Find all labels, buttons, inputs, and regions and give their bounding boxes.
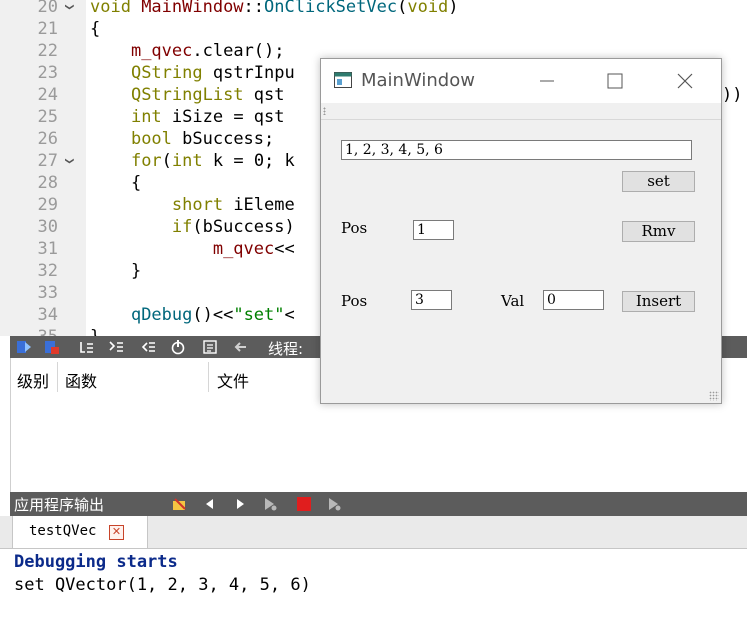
column-header-level[interactable]: 级别 (17, 368, 49, 392)
code-text: bool bSuccess; (130, 129, 275, 149)
thread-label: 线程: (268, 340, 304, 358)
code-text: short iEleme (171, 195, 295, 215)
code-text: QStringList qst (130, 85, 285, 105)
code-text: qDebug()<<"set"< (130, 305, 295, 325)
tab-testqvec[interactable]: testQVec ✕ (12, 516, 148, 548)
code-text: m_qvec.clear(); (130, 41, 285, 61)
fold-chevron-icon[interactable]: ❯ (59, 154, 81, 168)
resize-grip[interactable] (709, 391, 719, 401)
line-number: 24 (37, 85, 58, 105)
minimize-icon[interactable] (529, 67, 565, 95)
line-number: 30 (37, 217, 58, 237)
column-header-file[interactable]: 文件 (217, 368, 249, 392)
column-divider (208, 362, 209, 392)
step-out-icon[interactable] (140, 339, 156, 355)
output-toolbar: 应用程序输出 (10, 492, 747, 516)
run-icon[interactable] (262, 496, 278, 512)
line-number: 35 (0, 326, 58, 336)
fold-chevron-icon[interactable]: ❯ (59, 0, 81, 14)
line-number: 34 (37, 305, 58, 325)
line-number: 33 (37, 283, 58, 303)
pos-label: Pos (341, 219, 368, 237)
code-text: if(bSuccess) (171, 217, 295, 237)
output-pane-title: 应用程序输出 (14, 496, 105, 514)
output-tab-bar: testQVec ✕ (0, 516, 747, 549)
close-window-icon[interactable] (667, 67, 703, 95)
code-line[interactable]: 20 ❯ void MainWindow::OnClickSetVec(void) (0, 0, 747, 18)
line-number: 25 (37, 107, 58, 127)
attach-debugger-icon[interactable] (326, 496, 342, 512)
attach-icon[interactable] (172, 496, 188, 512)
app-window-icon (334, 72, 352, 88)
vector-input[interactable]: 1, 2, 3, 4, 5, 6 (341, 140, 692, 160)
code-text: QString qstrInpu (130, 63, 295, 83)
disassembly-icon[interactable] (202, 339, 218, 355)
code-overflow-text: )) (722, 85, 743, 105)
main-window-dialog: MainWindow 1, 2, 3, 4, 5, 6 set Pos 1 Rm… (320, 58, 722, 404)
output-line: Debugging starts (14, 552, 178, 572)
code-text: { (90, 173, 142, 193)
line-number: 22 (37, 41, 58, 61)
insert-pos-label: Pos (341, 292, 368, 310)
val-label: Val (501, 292, 525, 310)
line-number: 29 (37, 195, 58, 215)
code-text: m_qvec<< (212, 239, 295, 259)
line-number: 23 (37, 63, 58, 83)
menu-strip (321, 103, 721, 120)
insert-val-input[interactable]: 0 (543, 290, 604, 310)
maximize-icon[interactable] (597, 67, 633, 95)
code-text: { (90, 19, 101, 39)
line-number: 28 (37, 173, 58, 193)
application-output[interactable]: Debugging starts set QVector(1, 2, 3, 4,… (0, 549, 747, 628)
continue-icon[interactable] (16, 339, 32, 355)
code-text: } (90, 326, 100, 336)
step-into-icon[interactable] (108, 339, 124, 355)
line-number: 27 (37, 151, 58, 171)
remove-pos-input[interactable]: 1 (413, 220, 454, 240)
stop-icon[interactable] (296, 496, 312, 512)
line-number: 20 (37, 0, 58, 17)
step-over-icon[interactable] (78, 339, 94, 355)
column-divider (57, 362, 58, 392)
toolbar-grip[interactable] (323, 107, 326, 115)
line-number: 21 (37, 19, 58, 39)
next-item-icon[interactable] (232, 496, 248, 512)
close-tab-icon[interactable]: ✕ (109, 525, 124, 540)
column-header-function[interactable]: 函数 (65, 368, 97, 392)
line-number: 32 (37, 261, 58, 281)
set-button[interactable]: set (622, 171, 695, 192)
line-number: 26 (37, 129, 58, 149)
window-title: MainWindow (361, 70, 475, 91)
code-text: for(int k = 0; k (130, 151, 295, 171)
stop-debugger-icon[interactable] (44, 339, 60, 355)
code-text: void MainWindow::OnClickSetVec(void) (90, 0, 459, 17)
insert-button[interactable]: Insert (622, 291, 695, 312)
remove-button[interactable]: Rmv (622, 221, 695, 242)
tab-label: testQVec (29, 523, 97, 539)
code-line[interactable]: 21 { (0, 18, 747, 40)
insert-pos-input[interactable]: 3 (411, 290, 452, 310)
previous-item-icon[interactable] (202, 496, 218, 512)
title-bar[interactable]: MainWindow (321, 59, 721, 103)
line-number: 31 (37, 239, 58, 259)
back-arrow-icon[interactable] (232, 339, 248, 355)
output-line: set QVector(1, 2, 3, 4, 5, 6) (14, 575, 311, 595)
code-text: int iSize = qst (130, 107, 285, 127)
code-text: } (90, 261, 142, 281)
restart-icon[interactable] (170, 339, 186, 355)
